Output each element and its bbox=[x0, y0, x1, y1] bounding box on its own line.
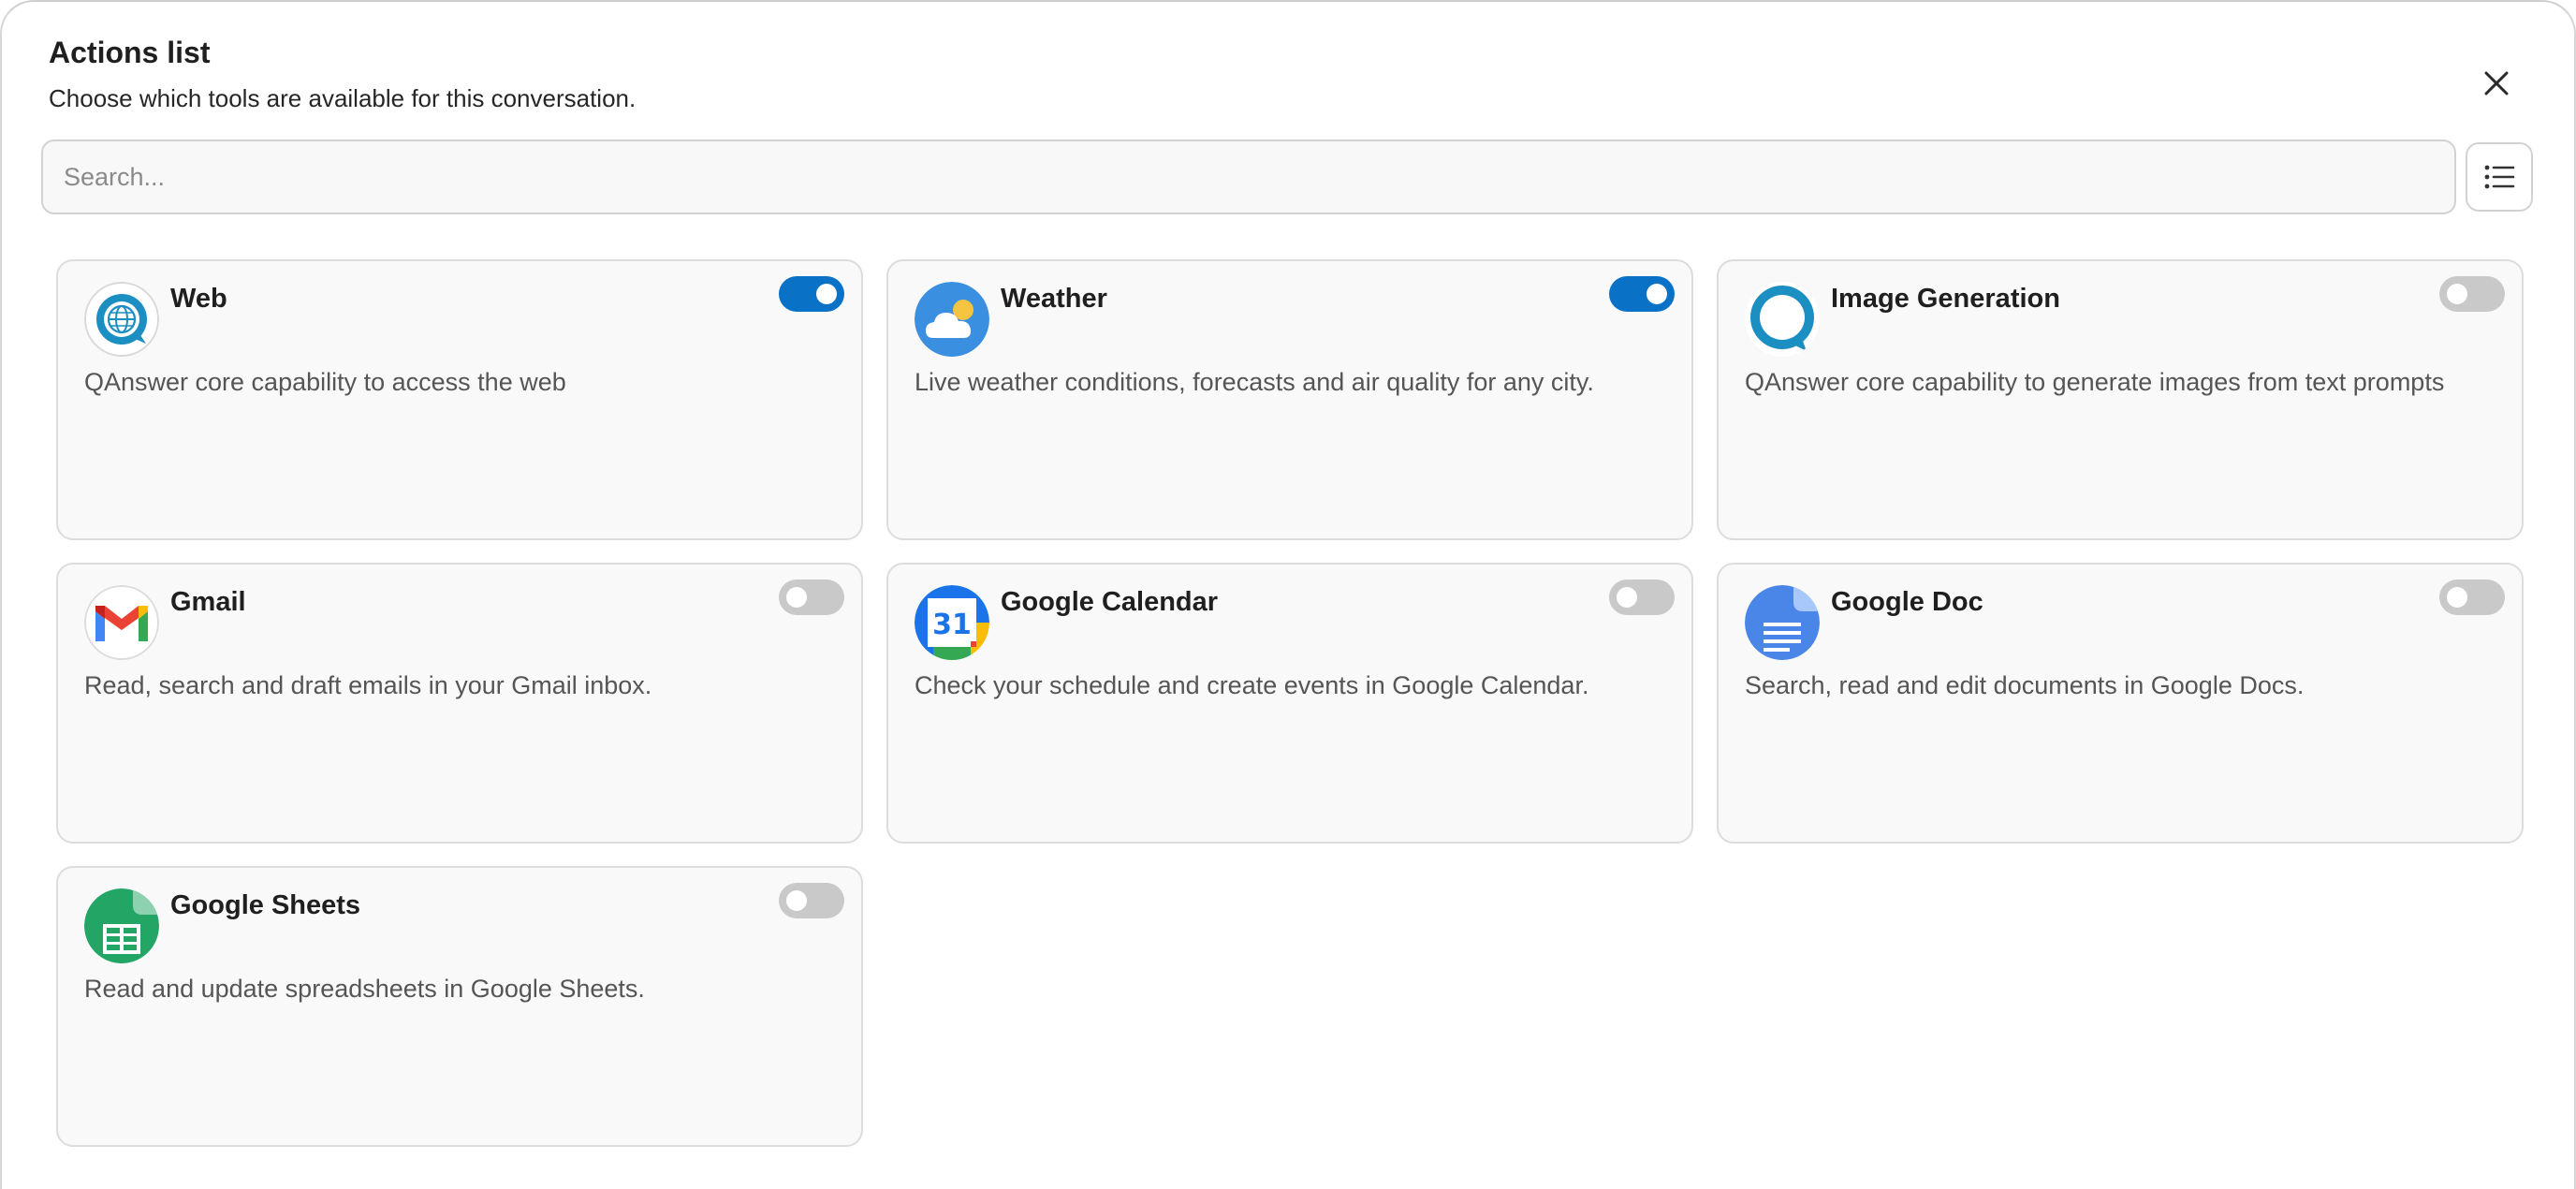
action-card-weather: Weather Live weather conditions, forecas… bbox=[886, 259, 1693, 540]
google-sheets-icon bbox=[84, 888, 159, 963]
action-description: Read and update spreadsheets in Google S… bbox=[84, 975, 645, 1003]
toggle-knob bbox=[786, 587, 807, 608]
action-description: QAnswer core capability to access the we… bbox=[84, 368, 566, 396]
gmail-toggle[interactable] bbox=[779, 580, 844, 615]
google-doc-toggle[interactable] bbox=[2439, 580, 2505, 615]
image-generation-toggle[interactable] bbox=[2439, 276, 2505, 312]
weather-toggle[interactable] bbox=[1609, 276, 1675, 312]
list-icon bbox=[2484, 165, 2515, 189]
action-description: QAnswer core capability to generate imag… bbox=[1745, 368, 2445, 396]
toggle-knob bbox=[1617, 587, 1637, 608]
action-card-google-calendar: 31 Google Calendar Check your schedule a… bbox=[886, 563, 1693, 844]
action-description: Check your schedule and create events in… bbox=[915, 671, 1589, 699]
google-doc-icon bbox=[1745, 585, 1820, 660]
action-name: Gmail bbox=[170, 587, 246, 617]
close-icon bbox=[2484, 71, 2509, 95]
action-name: Web bbox=[170, 284, 227, 314]
action-name: Weather bbox=[1001, 284, 1107, 314]
action-description: Search, read and edit documents in Googl… bbox=[1745, 671, 2305, 699]
web-toggle[interactable] bbox=[779, 276, 844, 312]
list-view-button[interactable] bbox=[2466, 142, 2533, 212]
search-input[interactable] bbox=[43, 141, 2454, 213]
search-box bbox=[41, 139, 2456, 214]
action-card-web: Web QAnswer core capability to access th… bbox=[56, 259, 863, 540]
chat-bubble-icon bbox=[1745, 282, 1820, 357]
action-description: Live weather conditions, forecasts and a… bbox=[915, 368, 1594, 396]
actions-dialog: Actions list Choose which tools are avai… bbox=[0, 0, 2576, 1189]
action-name: Google Doc bbox=[1831, 587, 1983, 617]
close-button[interactable] bbox=[2469, 56, 2524, 110]
action-card-google-sheets: Google Sheets Read and update spreadshee… bbox=[56, 866, 863, 1147]
google-calendar-icon: 31 bbox=[915, 585, 989, 660]
action-name: Image Generation bbox=[1831, 284, 2060, 314]
toggle-knob bbox=[2447, 587, 2467, 608]
action-card-gmail: Gmail Read, search and draft emails in y… bbox=[56, 563, 863, 844]
action-card-image-generation: Image Generation QAnswer core capability… bbox=[1717, 259, 2524, 540]
google-calendar-toggle[interactable] bbox=[1609, 580, 1675, 615]
dialog-title: Actions list bbox=[49, 36, 211, 69]
action-card-google-doc: Google Doc Search, read and edit documen… bbox=[1717, 563, 2524, 844]
globe-chat-icon bbox=[84, 282, 159, 357]
weather-cloud-icon bbox=[915, 282, 989, 357]
toggle-knob bbox=[2447, 284, 2467, 304]
action-name: Google Calendar bbox=[1001, 587, 1219, 617]
toggle-knob bbox=[786, 890, 807, 911]
toggle-knob bbox=[1647, 284, 1667, 304]
google-sheets-toggle[interactable] bbox=[779, 883, 844, 918]
gmail-icon bbox=[84, 585, 159, 660]
toggle-knob bbox=[816, 284, 837, 304]
action-name: Google Sheets bbox=[170, 890, 361, 920]
calendar-day-text: 31 bbox=[932, 609, 972, 641]
action-description: Read, search and draft emails in your Gm… bbox=[84, 671, 652, 699]
dialog-subtitle: Choose which tools are available for thi… bbox=[49, 84, 637, 112]
